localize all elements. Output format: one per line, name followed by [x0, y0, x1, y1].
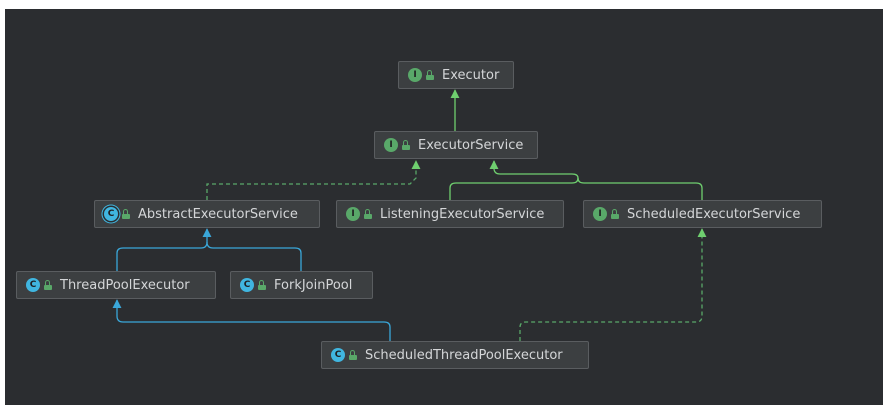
node-label: Executor [442, 67, 500, 83]
node-executor[interactable]: I Executor [398, 61, 514, 89]
node-abstract-executor-service[interactable]: C AbstractExecutorService [94, 200, 320, 228]
interface-icon: I [593, 207, 607, 221]
node-scheduled-executor-service[interactable]: I ScheduledExecutorService [583, 200, 822, 228]
public-lock-icon [426, 70, 434, 80]
node-label: AbstractExecutorService [138, 206, 298, 222]
node-label: ScheduledExecutorService [627, 206, 801, 222]
public-lock-icon [402, 140, 410, 150]
class-icon: C [331, 348, 345, 362]
node-scheduled-thread-pool-executor[interactable]: C ScheduledThreadPoolExecutor [321, 341, 589, 369]
node-label: ExecutorService [418, 137, 524, 153]
node-label: ForkJoinPool [274, 277, 353, 293]
abstract-class-icon: C [104, 207, 118, 221]
node-listening-executor-service[interactable]: I ListeningExecutorService [336, 200, 564, 228]
class-icon: C [26, 278, 40, 292]
public-lock-icon [349, 350, 357, 360]
node-executor-service[interactable]: I ExecutorService [374, 131, 538, 159]
interface-icon: I [384, 138, 398, 152]
node-label: ListeningExecutorService [380, 206, 545, 222]
interface-icon: I [346, 207, 360, 221]
public-lock-icon [258, 280, 266, 290]
node-label: ThreadPoolExecutor [60, 277, 190, 293]
node-label: ScheduledThreadPoolExecutor [365, 347, 563, 363]
interface-icon: I [408, 68, 422, 82]
public-lock-icon [364, 209, 372, 219]
node-thread-pool-executor[interactable]: C ThreadPoolExecutor [16, 271, 216, 299]
public-lock-icon [122, 209, 130, 219]
class-icon: C [240, 278, 254, 292]
public-lock-icon [44, 280, 52, 290]
node-fork-join-pool[interactable]: C ForkJoinPool [230, 271, 373, 299]
public-lock-icon [611, 209, 619, 219]
